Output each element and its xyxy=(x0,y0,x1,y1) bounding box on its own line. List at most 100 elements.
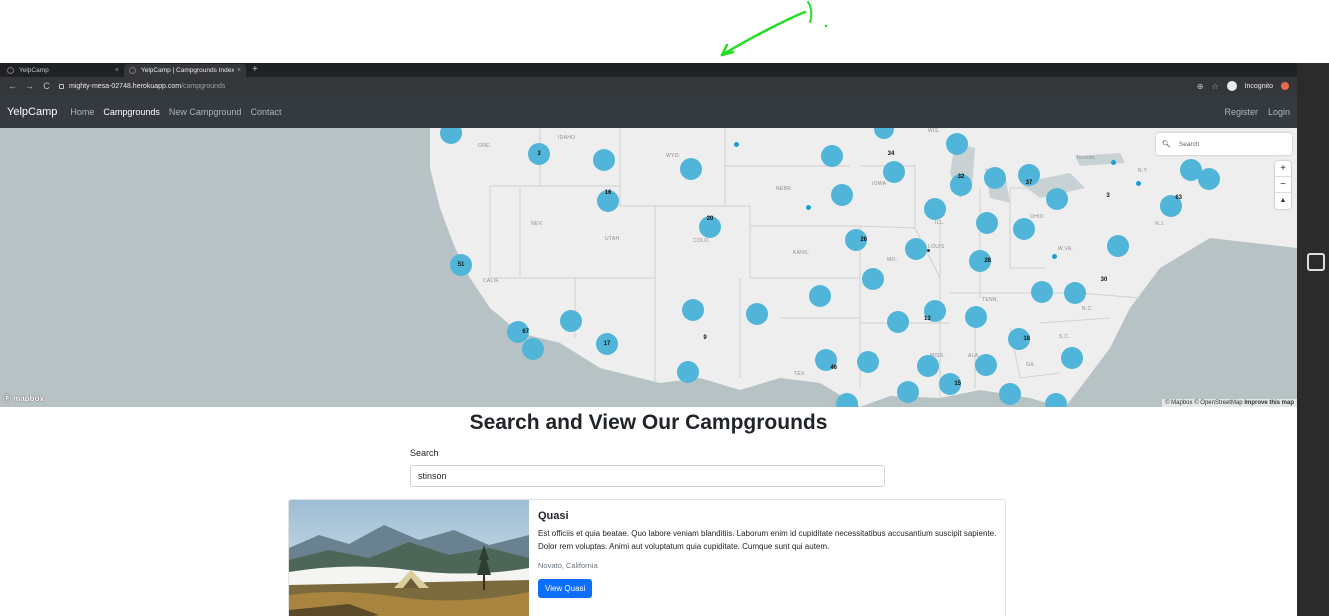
map-point[interactable] xyxy=(1052,254,1057,259)
nav-link-contact[interactable]: Contact xyxy=(250,107,281,117)
map-cluster[interactable] xyxy=(883,161,905,183)
map-cluster[interactable] xyxy=(984,167,1006,189)
map-cluster-count[interactable]: 30 xyxy=(1098,274,1110,286)
map-cluster[interactable] xyxy=(680,158,702,180)
attribution-mapbox[interactable]: © Mapbox xyxy=(1165,400,1192,406)
tab-yelpcamp[interactable]: YelpCamp × xyxy=(2,64,124,77)
map-label: COLO. xyxy=(693,238,711,244)
map-cluster[interactable] xyxy=(682,299,704,321)
nav-link-register[interactable]: Register xyxy=(1224,107,1258,117)
back-arrow-icon[interactable]: ← xyxy=(4,77,21,95)
search-label: Search xyxy=(410,448,439,458)
nav-link-new-campground[interactable]: New Campground xyxy=(169,107,242,117)
map-cluster[interactable] xyxy=(1046,188,1068,210)
tab-close-icon[interactable]: × xyxy=(115,67,119,74)
nav-link-login[interactable]: Login xyxy=(1268,107,1290,117)
attribution-osm[interactable]: © OpenStreetMap xyxy=(1194,400,1242,406)
nav-link-home[interactable]: Home xyxy=(70,107,94,117)
map-point[interactable] xyxy=(1111,160,1116,165)
map-cluster[interactable] xyxy=(905,238,927,260)
map-cluster-count[interactable]: 37 xyxy=(1018,164,1040,186)
zoom-in-button[interactable]: + xyxy=(1275,161,1291,177)
map-cluster-count[interactable]: 3 xyxy=(528,143,550,165)
map-cluster[interactable] xyxy=(857,351,879,373)
map-cluster[interactable] xyxy=(677,361,699,383)
map-cluster[interactable] xyxy=(831,184,853,206)
nav-link-campgrounds[interactable]: Campgrounds xyxy=(103,107,160,117)
improve-map-link[interactable]: Improve this map xyxy=(1244,400,1294,406)
map-cluster[interactable] xyxy=(1198,168,1220,190)
map-cluster[interactable] xyxy=(746,303,768,325)
map-cluster-count[interactable]: 67 xyxy=(507,321,529,343)
campground-card: Quasi Est officiis et quia beatae. Quo l… xyxy=(288,499,1006,616)
map-cluster[interactable] xyxy=(975,354,997,376)
map-point[interactable] xyxy=(927,249,930,252)
map-cluster-count[interactable]: 20 xyxy=(699,216,721,238)
map-point[interactable] xyxy=(1136,181,1141,186)
compass-button[interactable]: ▲ xyxy=(1275,193,1291,209)
map-cluster-count[interactable]: 32 xyxy=(950,174,972,196)
resize-arrow-icon xyxy=(1307,253,1325,271)
map-cluster[interactable] xyxy=(946,133,968,155)
map-cluster-count[interactable]: 9 xyxy=(700,332,710,344)
map-cluster[interactable] xyxy=(917,355,939,377)
bookmark-star-icon[interactable]: ☆ xyxy=(1211,82,1218,91)
map-cluster[interactable] xyxy=(593,149,615,171)
map-point[interactable] xyxy=(734,142,739,147)
map-cluster[interactable] xyxy=(560,310,582,332)
map-cluster[interactable] xyxy=(821,145,843,167)
zoom-icon[interactable]: ⊕ xyxy=(1197,82,1204,91)
map-cluster[interactable] xyxy=(862,268,884,290)
mapbox-logo[interactable]: ⓟ mapbox xyxy=(3,393,44,404)
map-label: ILL. xyxy=(935,220,945,226)
map-label: IDAHO xyxy=(558,135,576,141)
map-cluster[interactable] xyxy=(1107,235,1129,257)
tab-campgrounds-index[interactable]: YelpCamp | Campgrounds Index × xyxy=(124,64,246,77)
map-cluster-count[interactable]: 13 xyxy=(924,300,946,322)
tab-favicon-icon xyxy=(7,67,14,74)
zoom-out-button[interactable]: − xyxy=(1275,177,1291,193)
map-label: TENN. xyxy=(982,297,999,303)
map-cluster[interactable] xyxy=(965,306,987,328)
url-field[interactable]: mighty-mesa-02748.herokuapp.com/campgrou… xyxy=(55,79,1197,93)
brand-logo[interactable]: YelpCamp xyxy=(7,106,57,118)
map-cluster[interactable] xyxy=(976,212,998,234)
search-input[interactable]: stinson xyxy=(410,465,885,487)
map-point[interactable] xyxy=(806,205,811,210)
new-tab-button[interactable]: + xyxy=(246,64,264,77)
map-cluster-count[interactable]: 18 xyxy=(1008,328,1030,350)
map-cluster-count[interactable]: 46 xyxy=(815,349,837,371)
map-cluster[interactable] xyxy=(999,383,1021,405)
map-cluster[interactable] xyxy=(1064,282,1086,304)
incognito-avatar-icon[interactable] xyxy=(1226,81,1237,91)
map-cluster[interactable] xyxy=(924,198,946,220)
map-cluster[interactable] xyxy=(1061,347,1083,369)
map-label: NEV. xyxy=(531,221,544,227)
campground-image xyxy=(289,500,529,616)
tab-close-icon[interactable]: × xyxy=(237,67,241,74)
map-cluster[interactable] xyxy=(809,285,831,307)
side-screenshot-widget[interactable] xyxy=(1301,243,1329,283)
tab-title: YelpCamp | Campgrounds Index xyxy=(141,67,234,74)
map-cluster[interactable] xyxy=(1013,218,1035,240)
map-search-input[interactable]: 🔍︎ Search xyxy=(1156,133,1292,155)
map-cluster-count[interactable]: 34 xyxy=(884,148,898,160)
map-cluster-count[interactable]: 63 xyxy=(1160,195,1182,217)
map-cluster[interactable] xyxy=(522,338,544,360)
map-cluster[interactable] xyxy=(887,311,909,333)
lock-icon xyxy=(59,83,64,89)
forward-arrow-icon[interactable]: → xyxy=(21,77,38,95)
map-cluster-count[interactable]: 3 xyxy=(1102,190,1114,202)
map-cluster[interactable] xyxy=(1031,281,1053,303)
map-cluster-count[interactable]: 15 xyxy=(939,373,961,395)
reload-icon[interactable]: C xyxy=(38,77,55,95)
map-cluster-count[interactable]: 16 xyxy=(597,190,619,212)
map-cluster-count[interactable]: 51 xyxy=(450,254,472,276)
extension-icon[interactable] xyxy=(1281,82,1289,90)
map-cluster-count[interactable]: 26 xyxy=(845,229,867,251)
map-cluster-count[interactable]: 28 xyxy=(969,250,991,272)
map-cluster-count[interactable]: 17 xyxy=(596,333,618,355)
map-cluster[interactable] xyxy=(897,381,919,403)
cluster-map[interactable]: IDAHO ORE. WYO. NEV. UTAH COLO. CALIF. N… xyxy=(0,128,1297,407)
view-campground-button[interactable]: View Quasi xyxy=(538,579,593,598)
